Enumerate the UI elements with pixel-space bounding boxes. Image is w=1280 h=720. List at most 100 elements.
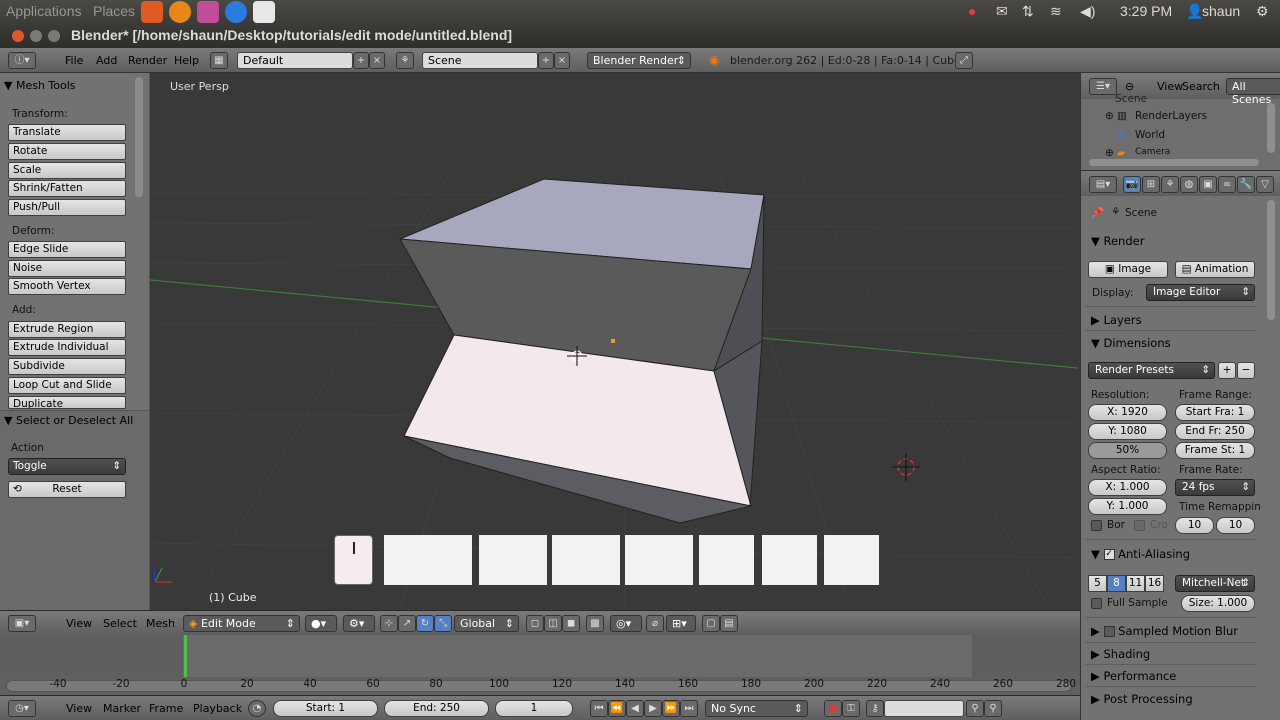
anti-aliasing-checkbox[interactable]: ✓	[1103, 549, 1115, 560]
3d-viewport[interactable]: User Persp (1) Cube	[150, 73, 1078, 610]
resolution-percentage-slider[interactable]: 50%	[1088, 442, 1167, 459]
ubuntu-launcher-icon[interactable]	[141, 1, 163, 23]
screen-layout-field[interactable]: Default	[237, 52, 353, 69]
timeline-scrollbar[interactable]	[6, 680, 1072, 692]
edge-select-icon[interactable]: ◫	[544, 615, 562, 632]
push-pull-button[interactable]: Push/Pull	[8, 199, 126, 216]
render-presets-select[interactable]: Render Presets ⇕	[1088, 362, 1215, 379]
menu-help[interactable]: Help	[174, 54, 199, 67]
mail-icon[interactable]	[197, 1, 219, 23]
mesh-tools-panel-header[interactable]: ▼ Mesh Tools	[4, 79, 76, 92]
jump-end-icon[interactable]: ⏭	[680, 700, 698, 717]
object-context-icon[interactable]: ▣	[1199, 176, 1217, 193]
chromium-icon[interactable]	[225, 1, 247, 23]
performance-panel-header[interactable]: ▶ Performance	[1091, 669, 1176, 683]
remove-layout-icon[interactable]: ×	[369, 52, 385, 69]
outliner-item-camera[interactable]: Camera	[1135, 147, 1170, 157]
sort-icon[interactable]: ⇅	[1022, 3, 1034, 20]
scale-manipulator-icon[interactable]: ⤡	[434, 615, 452, 632]
motion-blur-panel-header[interactable]: ▶ Sampled Motion Blur	[1091, 624, 1238, 638]
wifi-icon[interactable]: ≋	[1050, 3, 1062, 20]
motion-blur-checkbox[interactable]	[1103, 626, 1115, 637]
time-remap-old-field[interactable]: 10	[1175, 517, 1214, 534]
display-select[interactable]: Image Editor ⇕	[1146, 284, 1255, 301]
pivot-select[interactable]: ⚙▾	[343, 615, 375, 632]
rotate-manipulator-icon[interactable]: ↻	[416, 615, 434, 632]
edge-slide-button[interactable]: Edge Slide	[8, 241, 126, 258]
remove-scene-icon[interactable]: ×	[554, 52, 570, 69]
editor-type-info-icon[interactable]: ⓘ▾	[8, 52, 36, 69]
aspect-y-field[interactable]: Y: 1.000	[1088, 498, 1167, 515]
shrink-fatten-button[interactable]: Shrink/Fatten	[8, 180, 126, 197]
volume-icon[interactable]: ◀)	[1080, 3, 1095, 20]
mail-indicator-icon[interactable]: ✉	[996, 3, 1008, 20]
mode-select[interactable]: ◈ Edit Mode ⇕	[183, 615, 300, 632]
constraints-context-icon[interactable]: ∞	[1218, 176, 1236, 193]
render-panel-header[interactable]: ▼ Render	[1091, 234, 1144, 248]
auto-keyframe-record-icon[interactable]: ●	[824, 700, 842, 717]
add-preset-icon[interactable]: +	[1218, 362, 1236, 379]
render-opengl-icon[interactable]: ▢	[702, 615, 720, 632]
minimize-icon[interactable]	[30, 30, 42, 42]
translate-manipulator-icon[interactable]: ↗	[398, 615, 416, 632]
menu-search[interactable]: Search	[1182, 80, 1220, 93]
menu-playback[interactable]: Playback	[193, 702, 242, 715]
noise-button[interactable]: Noise	[8, 260, 126, 277]
end-frame-field[interactable]: End Fr: 250	[1175, 423, 1255, 440]
menu-add[interactable]: Add	[96, 54, 117, 67]
render-animation-button[interactable]: ▤ Animation	[1175, 261, 1255, 278]
menu-mesh[interactable]: Mesh	[146, 617, 175, 630]
add-layout-icon[interactable]: +	[353, 52, 369, 69]
dimensions-panel-header[interactable]: ▼ Dimensions	[1091, 336, 1171, 350]
outliner-item-scene[interactable]: Scene	[1115, 93, 1147, 105]
aa-samples-16[interactable]: 16	[1145, 575, 1164, 592]
data-context-icon[interactable]: ▽	[1256, 176, 1274, 193]
extrude-individual-button[interactable]: Extrude Individual	[8, 339, 126, 356]
menu-places[interactable]: Places	[93, 3, 135, 19]
scene-icon[interactable]: ⚘	[396, 52, 414, 69]
snap-element-select[interactable]: ⊞▾	[666, 615, 696, 632]
extrude-region-button[interactable]: Extrude Region	[8, 321, 126, 338]
render-layers-context-icon[interactable]: ⊞	[1142, 176, 1160, 193]
jump-start-icon[interactable]: ⏮	[590, 700, 608, 717]
action-select[interactable]: Toggle ⇕	[8, 458, 126, 475]
menu-render[interactable]: Render	[128, 54, 167, 67]
play-icon[interactable]: ▶	[644, 700, 662, 717]
editor-type-properties-icon[interactable]: ▤▾	[1089, 176, 1117, 193]
menu-view[interactable]: View	[66, 617, 92, 630]
border-checkbox[interactable]	[1091, 520, 1102, 531]
outliner-item-world[interactable]: World	[1135, 129, 1165, 141]
jump-keyframe-forward-icon[interactable]: ⏩	[662, 700, 680, 717]
expand-icon[interactable]: ⊕	[1105, 110, 1114, 122]
render-image-button[interactable]: ▣ Image	[1088, 261, 1168, 278]
timeline[interactable]: -40 -20 0 20 40 60 80 100 120 140 160 180 200 220 240 2…	[0, 635, 1080, 695]
start-frame-field[interactable]: Start Fra: 1	[1175, 404, 1255, 421]
face-select-icon[interactable]: ◼	[562, 615, 580, 632]
clock[interactable]: 3:29 PM	[1120, 3, 1172, 19]
keying-set-icon[interactable]: ⚿	[842, 700, 860, 717]
loop-cut-slide-button[interactable]: Loop Cut and Slide	[8, 377, 126, 394]
smooth-vertex-button[interactable]: Smooth Vertex	[8, 278, 126, 295]
proportional-edit-select[interactable]: ◎▾	[610, 615, 642, 632]
settings-gear-icon[interactable]: ⚙	[1256, 3, 1269, 20]
render-animation-icon[interactable]: ▤	[720, 615, 738, 632]
render-context-icon[interactable]: 📷	[1123, 176, 1141, 193]
aspect-x-field[interactable]: X: 1.000	[1088, 479, 1167, 496]
aa-filter-select[interactable]: Mitchell-Net ⇕	[1175, 575, 1255, 592]
screen-layout-icon[interactable]: ▦	[210, 52, 228, 69]
modifiers-context-icon[interactable]: 🔧	[1237, 176, 1255, 193]
menu-file[interactable]: File	[65, 54, 83, 67]
world-context-icon[interactable]: ◍	[1180, 176, 1198, 193]
anti-aliasing-panel-header[interactable]: ▼ ✓ Anti-Aliasing	[1091, 547, 1190, 561]
viewport-shading-select[interactable]: ●▾	[305, 615, 337, 632]
end-frame-field[interactable]: End: 250	[384, 700, 489, 717]
menu-frame[interactable]: Frame	[149, 702, 183, 715]
preview-range-icon[interactable]: ◔	[248, 700, 266, 717]
subdivide-button[interactable]: Subdivide	[8, 358, 126, 375]
frame-rate-select[interactable]: 24 fps ⇕	[1175, 479, 1255, 496]
sync-select[interactable]: No Sync ⇕	[705, 700, 808, 717]
menu-applications[interactable]: Applications	[6, 3, 82, 19]
menu-view[interactable]: View	[66, 702, 92, 715]
app-icon[interactable]	[253, 1, 275, 23]
play-reverse-icon[interactable]: ◀	[626, 700, 644, 717]
